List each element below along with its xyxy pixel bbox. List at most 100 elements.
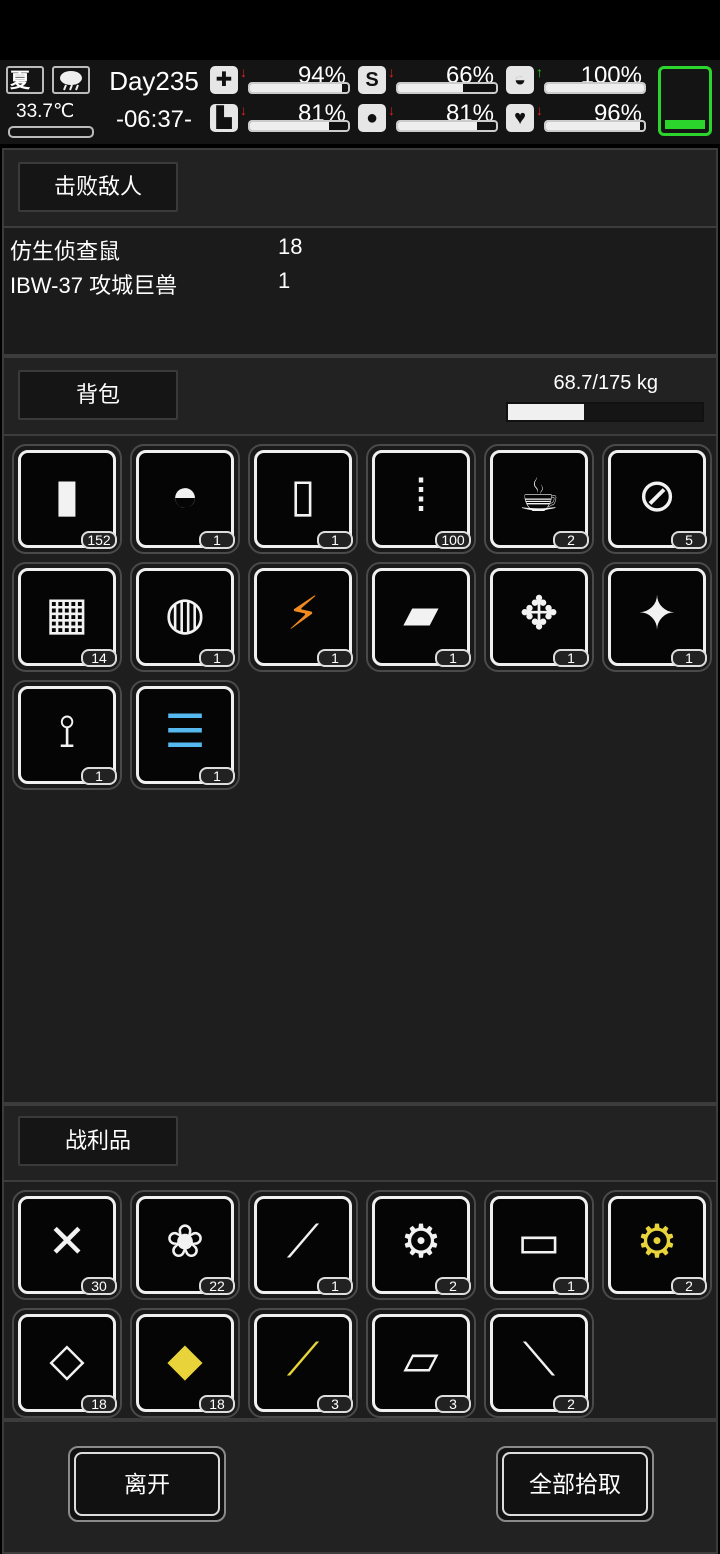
brain-icon: ◒ bbox=[506, 66, 534, 94]
stat-water: ● ↓ 81% bbox=[358, 100, 498, 134]
screws-icon: ✕ bbox=[47, 1215, 87, 1267]
backpack-item-slot[interactable]: ▰ 1 bbox=[366, 562, 476, 672]
item-count-badge: 5 bbox=[671, 531, 707, 549]
loot-item-slot[interactable]: ⟋ 3 bbox=[248, 1308, 358, 1418]
loot-item-slot[interactable]: ▱ 3 bbox=[366, 1308, 476, 1418]
backpack-tab[interactable]: 背包 bbox=[18, 370, 178, 420]
item-count-badge: 1 bbox=[435, 649, 471, 667]
footer-bar: 离开 全部拾取 bbox=[2, 1420, 718, 1554]
stat-bar-fill bbox=[250, 122, 330, 130]
battery-level bbox=[665, 120, 705, 129]
item-count-badge: 30 bbox=[81, 1277, 117, 1295]
backpack-title: 背包 bbox=[75, 382, 120, 407]
stat-bar-fill bbox=[398, 84, 463, 92]
temperature-readout: 33.7℃ bbox=[16, 101, 75, 122]
loot-item-slot[interactable]: ❀ 22 bbox=[130, 1190, 240, 1300]
backpack-panel: 背包 68.7/175 kg ▮ 152 ◓ 1 ▯ 1 ⁞ 100 ☕ 2 ⊘ 5 ▦ 14 ◍ 1 ⚡ 1 ▰ 1… bbox=[2, 356, 718, 1104]
defeated-enemies-tab[interactable]: 击败敌人 bbox=[18, 162, 178, 212]
loot-item-slot[interactable]: ⟋ 1 bbox=[248, 1190, 358, 1300]
backpack-item-slot[interactable]: ⁞ 100 bbox=[366, 444, 476, 554]
rice-bowl-icon: ◓ bbox=[171, 469, 199, 521]
arrow-up-icon: ↑ bbox=[536, 64, 543, 80]
loot-tab[interactable]: 战利品 bbox=[18, 1116, 178, 1166]
loot-item-slot[interactable]: ▭ 1 bbox=[484, 1190, 594, 1300]
stat-health: ✚ ↓ 94% bbox=[210, 62, 350, 96]
item-count-badge: 14 bbox=[81, 649, 117, 667]
metal-ingot-icon: ▭ bbox=[517, 1215, 561, 1267]
gatling-gun-icon: ☰ bbox=[164, 705, 206, 757]
enemy-name: IBW-37 攻城巨兽 bbox=[10, 273, 178, 298]
backpack-item-slot[interactable]: ⊘ 5 bbox=[602, 444, 712, 554]
backpack-grid-area: ▮ 152 ◓ 1 ▯ 1 ⁞ 100 ☕ 2 ⊘ 5 ▦ 14 ◍ 1 ⚡ 1 ▰ 1 ✥ 1 ✦ 1 ⟟ 1 ☰ 1 bbox=[4, 436, 716, 1102]
battery-icon bbox=[658, 66, 712, 136]
loot-item-slot[interactable]: ⚙ 2 bbox=[602, 1190, 712, 1300]
tesla-staff-icon: ⚡ bbox=[286, 587, 320, 639]
wires-icon: ⟋ bbox=[286, 1215, 320, 1267]
arrow-down-icon: ↓ bbox=[388, 102, 395, 118]
backpack-item-slot[interactable]: ☕ 2 bbox=[484, 444, 594, 554]
arrow-down-icon: ↓ bbox=[240, 64, 247, 80]
backpack-item-slot[interactable]: ⚡ 1 bbox=[248, 562, 358, 672]
defeated-enemies-panel: 击败敌人 仿生侦查鼠 18 IBW-37 攻城巨兽 1 bbox=[2, 148, 718, 356]
day-counter: Day235 bbox=[109, 66, 199, 96]
loot-title: 战利品 bbox=[64, 1128, 131, 1153]
rain-cloud-icon bbox=[52, 66, 90, 94]
glass-bottle-icon: ⊘ bbox=[637, 469, 677, 521]
gold-plate-icon: ◆ bbox=[167, 1333, 203, 1385]
season-label: 夏 bbox=[10, 70, 30, 92]
heart-icon: ♥ bbox=[506, 104, 534, 132]
item-count-badge: 1 bbox=[199, 531, 235, 549]
take-all-button[interactable]: 全部拾取 bbox=[496, 1446, 654, 1522]
backpack-item-slot[interactable]: ✥ 1 bbox=[484, 562, 594, 672]
armor-plate-icon: ▰ bbox=[403, 587, 439, 639]
pipe-part-icon: ⟍ bbox=[522, 1333, 556, 1385]
weight-bar-fill bbox=[508, 404, 585, 420]
leave-button[interactable]: 离开 bbox=[68, 1446, 226, 1522]
net-trap-icon: ▦ bbox=[45, 587, 89, 639]
arrow-down-icon: ↓ bbox=[536, 102, 543, 118]
item-count-badge: 2 bbox=[553, 1395, 589, 1413]
item-count-badge: 1 bbox=[81, 767, 117, 785]
stat-stomach: S ↓ 66% bbox=[358, 62, 498, 96]
loot-item-slot[interactable]: ⟍ 2 bbox=[484, 1308, 594, 1418]
enemy-list: 仿生侦查鼠 18 IBW-37 攻城巨兽 1 bbox=[4, 228, 716, 354]
loot-grid-area: ✕ 30 ❀ 22 ⟋ 1 ⚙ 2 ▭ 1 ⚙ 2 ◇ 18 ◆ 18 ⟋ 3 ▱ 3 ⟍ 2 bbox=[4, 1182, 716, 1418]
loot-item-slot[interactable]: ◆ 18 bbox=[130, 1308, 240, 1418]
stat-bar-fill bbox=[546, 122, 641, 130]
loot-item-slot[interactable]: ◇ 18 bbox=[12, 1308, 122, 1418]
backpack-item-slot[interactable]: ▯ 1 bbox=[248, 444, 358, 554]
enemy-count: 18 bbox=[278, 234, 303, 259]
tactical-helmet-icon: ◍ bbox=[164, 587, 206, 639]
item-count-badge: 3 bbox=[317, 1395, 353, 1413]
backpack-item-slot[interactable]: ◓ 1 bbox=[130, 444, 240, 554]
electronic-parts-icon: ⚙ bbox=[400, 1215, 442, 1267]
arrow-down-icon: ↓ bbox=[388, 64, 395, 80]
backpack-item-slot[interactable]: ▮ 152 bbox=[12, 444, 122, 554]
stat-bar bbox=[248, 82, 350, 94]
cotton-icon: ❀ bbox=[165, 1215, 205, 1267]
item-count-badge: 18 bbox=[81, 1395, 117, 1413]
backpack-item-slot[interactable]: ☰ 1 bbox=[130, 680, 240, 790]
stat-bar bbox=[544, 120, 646, 132]
item-count-badge: 1 bbox=[199, 649, 235, 667]
leave-button-label: 离开 bbox=[74, 1452, 220, 1516]
bullets-icon: ⁞ bbox=[414, 469, 428, 521]
stat-mood: ♥ ↓ 96% bbox=[506, 100, 646, 134]
backpack-item-slot[interactable]: ✦ 1 bbox=[602, 562, 712, 672]
loot-item-slot[interactable]: ⚙ 2 bbox=[366, 1190, 476, 1300]
item-count-badge: 2 bbox=[435, 1277, 471, 1295]
backpack-item-slot[interactable]: ⟟ 1 bbox=[12, 680, 122, 790]
enemy-count: 1 bbox=[278, 268, 291, 293]
stat-bar-fill bbox=[546, 84, 644, 92]
stat-bar-fill bbox=[250, 84, 343, 92]
loot-item-slot[interactable]: ✕ 30 bbox=[12, 1190, 122, 1300]
item-count-badge: 1 bbox=[553, 649, 589, 667]
water-bottle-icon: ▯ bbox=[290, 469, 316, 521]
backpack-item-slot[interactable]: ◍ 1 bbox=[130, 562, 240, 672]
item-count-badge: 18 bbox=[199, 1395, 235, 1413]
temperature-gauge bbox=[8, 126, 94, 138]
gold-wires-icon: ⟋ bbox=[286, 1333, 320, 1385]
stomach-icon: S bbox=[358, 66, 386, 94]
water-drop-icon: ● bbox=[358, 104, 386, 132]
backpack-item-slot[interactable]: ▦ 14 bbox=[12, 562, 122, 672]
